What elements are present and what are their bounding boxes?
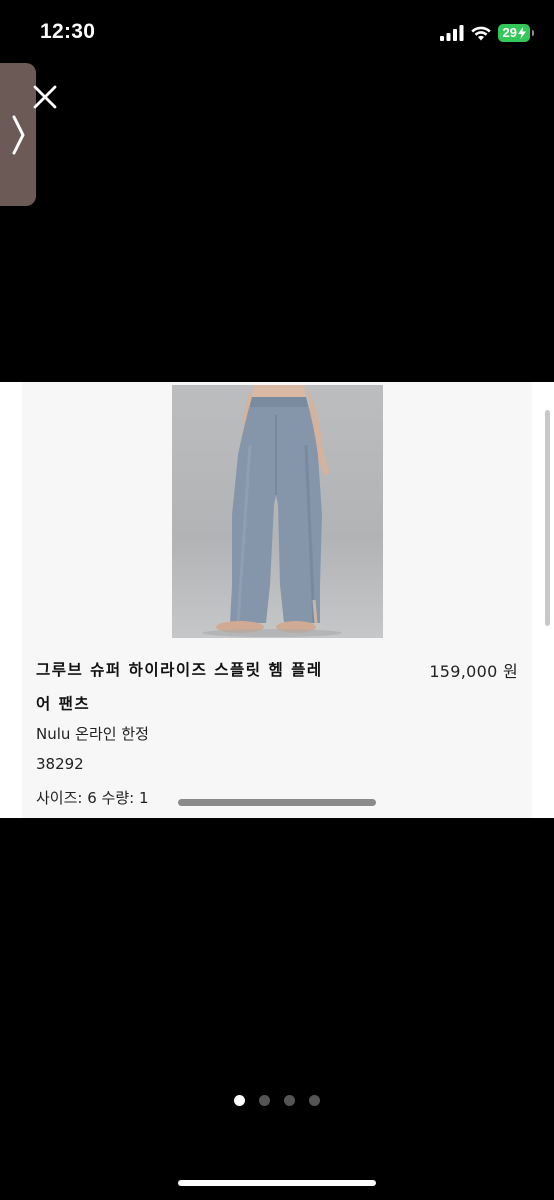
chevron-right-icon [12,115,25,154]
page-dot-2[interactable] [259,1095,270,1106]
wifi-icon [470,26,491,40]
product-title-line-2: 어 팬츠 [36,695,91,713]
product-edition: Nulu 온라인 한정 [36,725,149,743]
bolt-icon [518,27,526,39]
page-dot-3[interactable] [284,1095,295,1106]
battery-cap [532,30,534,36]
horizontal-scrollbar[interactable] [178,799,376,806]
close-icon [33,85,57,109]
battery-level: 29 [502,25,517,40]
page-dot-4[interactable] [309,1095,320,1106]
battery-charging-icon: 29 [497,24,530,42]
product-title-line-1: 그루브 슈퍼 하이라이즈 스플릿 헴 플레 [36,661,323,679]
status-time: 12:30 [40,20,96,43]
cellular-signal-icon [439,25,464,41]
product-image [172,385,383,638]
product-code: 38292 [36,755,84,773]
status-icons: 29 [439,24,534,42]
home-indicator[interactable] [178,1180,376,1186]
product-card-body: 그루브 슈퍼 하이라이즈 스플릿 헴 플레 159,000 원 어 팬츠 Nul… [22,382,532,818]
page-indicator [0,1095,554,1106]
product-size-qty: 사이즈: 6 수량: 1 [36,789,149,807]
close-button[interactable] [31,83,59,111]
pants-illustration [202,385,342,637]
product-card: 그루브 슈퍼 하이라이즈 스플릿 헴 플레 159,000 원 어 팬츠 Nul… [0,382,554,818]
page-dot-1[interactable] [234,1095,245,1106]
product-price: 159,000 원 [429,662,518,681]
vertical-scrollbar[interactable] [545,410,550,626]
